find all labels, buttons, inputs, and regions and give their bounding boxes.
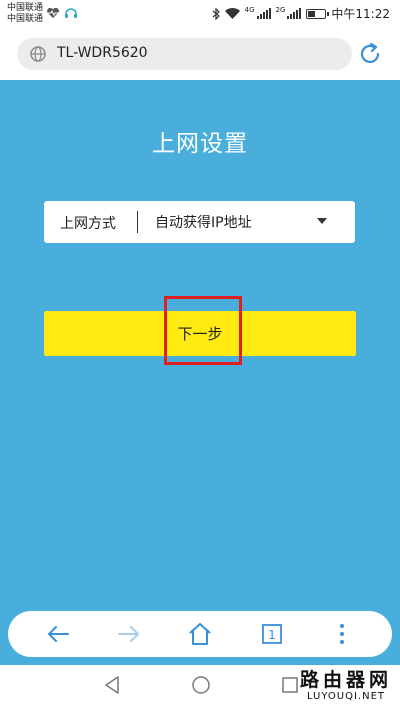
arrow-left-icon <box>47 626 69 642</box>
bluetooth-icon <box>212 7 220 20</box>
globe-icon <box>30 46 46 62</box>
nav-recents-icon[interactable] <box>281 675 299 695</box>
connection-type-select[interactable]: 上网方式 自动获得IP地址 <box>44 201 355 243</box>
carrier-names: 中国联通 中国联通 <box>7 3 43 25</box>
system-nav-bar: 路由器网 LUYOUQI.NET <box>0 665 400 711</box>
browser-toolbar: 1 <box>8 611 392 657</box>
watermark-name: 路由器网 <box>299 669 392 691</box>
connection-type-label: 上网方式 <box>60 216 116 232</box>
signal-icon-2 <box>287 8 302 19</box>
browser-address-area: TL-WDR5620 <box>0 30 400 80</box>
tabs-icon: 1 <box>262 624 282 644</box>
watermark-domain: LUYOUQI.NET <box>306 691 386 702</box>
carrier-2: 中国联通 <box>7 14 44 24</box>
divider <box>137 211 138 233</box>
battery-fill <box>308 10 316 17</box>
connection-type-value[interactable]: 自动获得IP地址 <box>155 212 252 232</box>
setup-page: 上网设置 上网方式 自动获得IP地址 下一步 <box>0 80 400 665</box>
wifi-icon <box>224 8 240 19</box>
tabs-button[interactable]: 1 <box>258 620 286 648</box>
battery-icon <box>306 8 330 19</box>
carrier-1: 中国联通 <box>7 3 44 13</box>
refresh-icon[interactable] <box>357 41 383 67</box>
network-label-2: 2G <box>275 5 286 14</box>
heart-rate-icon <box>47 7 59 18</box>
more-vertical-icon <box>340 624 344 644</box>
status-bar: 中国联通 中国联通 4G 2G 中午11:22 <box>0 0 400 30</box>
network-label-1: 4G <box>244 5 255 14</box>
page-title: 上网设置 <box>152 131 248 157</box>
home-icon <box>189 623 211 645</box>
home-button[interactable] <box>186 620 214 648</box>
nav-home-icon[interactable] <box>191 675 211 695</box>
notification-icons <box>46 6 78 20</box>
signal-icon-1 <box>256 8 271 19</box>
highlight-box <box>164 296 242 365</box>
watermark-logo: 路由器网 LUYOUQI.NET <box>300 669 392 703</box>
menu-button[interactable] <box>328 620 356 648</box>
headset-icon <box>65 8 77 18</box>
back-button[interactable] <box>44 620 72 648</box>
nav-back-icon[interactable] <box>103 675 121 695</box>
url-text[interactable]: TL-WDR5620 <box>57 45 148 61</box>
tabs-count: 1 <box>268 628 276 642</box>
forward-button[interactable] <box>115 620 143 648</box>
clock: 中午11:22 <box>331 7 390 21</box>
dropdown-arrow-icon[interactable] <box>317 218 327 224</box>
status-right: 4G 2G 中午11:22 <box>212 5 390 22</box>
address-bar[interactable]: TL-WDR5620 <box>17 38 352 70</box>
arrow-right-icon <box>118 626 140 642</box>
